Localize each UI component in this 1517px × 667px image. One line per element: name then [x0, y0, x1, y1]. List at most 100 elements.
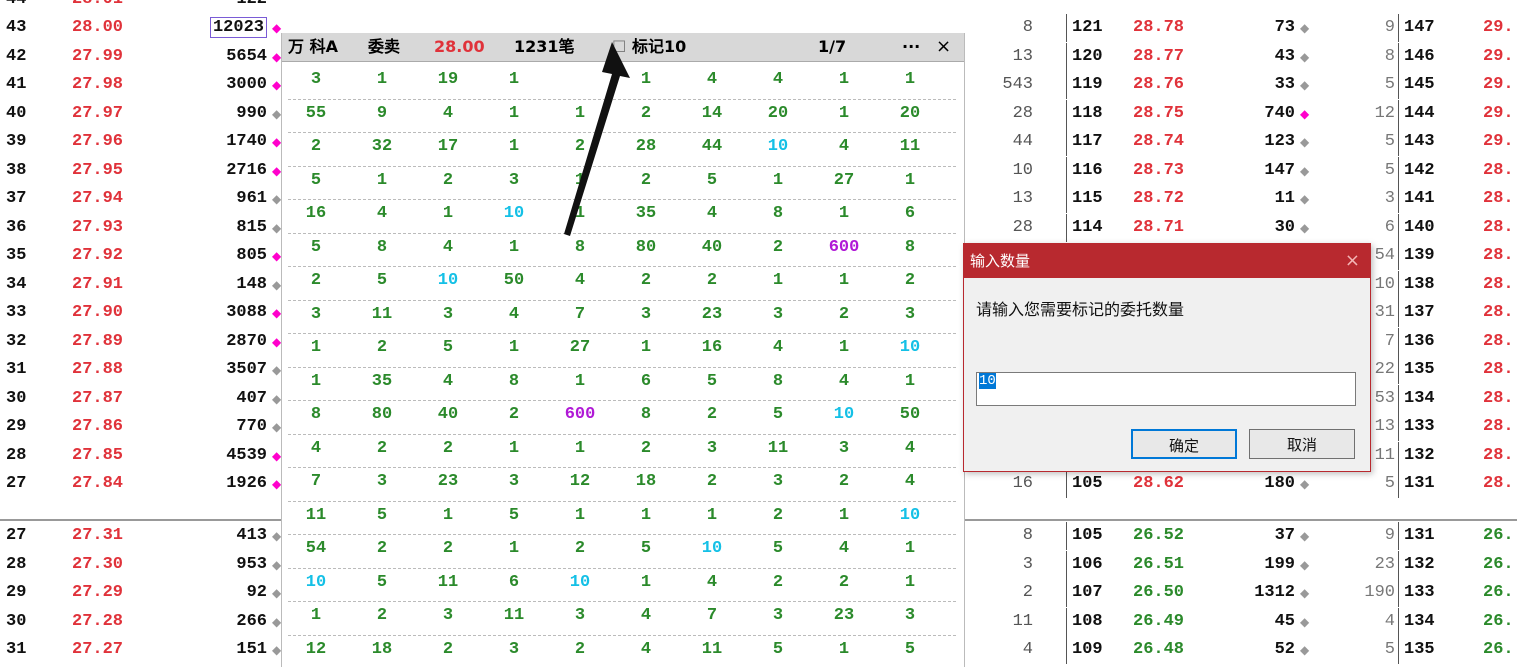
right-count: 28	[1012, 217, 1033, 237]
price: 27.99	[72, 46, 124, 66]
volume-value: 805	[236, 246, 267, 265]
far-level: 132	[1404, 445, 1435, 465]
level-number: 29	[6, 583, 27, 602]
right-level: 105	[1072, 526, 1103, 545]
right-count: 13	[1012, 46, 1033, 66]
far-price: 28.	[1483, 160, 1514, 180]
column-separator	[1066, 522, 1067, 550]
queue-order-cell: 1	[508, 70, 520, 89]
right-price: 26.52	[1133, 526, 1185, 545]
dot-icon: ◆	[1300, 643, 1310, 657]
grid-separator	[288, 634, 956, 636]
queue-order-cell: 11	[305, 505, 327, 525]
quantity-input[interactable]: 10	[976, 372, 1356, 406]
queue-order-cell: 3	[772, 304, 784, 324]
level-number: 32	[6, 331, 27, 351]
far-count: 5	[1384, 640, 1395, 659]
ok-button[interactable]: 确定	[1131, 429, 1237, 459]
volume-value: 5654	[226, 46, 267, 66]
column-separator	[1398, 607, 1399, 636]
far-level: 147	[1404, 18, 1435, 37]
queue-order-cell: 2	[772, 237, 784, 257]
volume-value: 413	[236, 526, 267, 545]
column-separator	[1398, 384, 1399, 413]
right-volume: 740	[1264, 103, 1295, 123]
far-level: 131	[1404, 474, 1435, 493]
dot-icon: ◆	[272, 106, 282, 121]
column-separator	[1398, 156, 1399, 185]
far-count: 10	[1374, 274, 1395, 294]
far-level: 142	[1404, 160, 1435, 180]
queue-order-cell: 2	[706, 271, 718, 290]
dot-icon: ◆	[272, 163, 282, 178]
column-separator	[1066, 185, 1067, 213]
queue-order-cell: 10	[899, 338, 921, 357]
dot-icon: ◆	[272, 614, 282, 629]
far-price: 28.	[1483, 274, 1514, 294]
level-number: 31	[6, 360, 27, 379]
far-level: 143	[1404, 132, 1435, 151]
far-count: 22	[1374, 360, 1395, 379]
right-price: 28.78	[1133, 18, 1185, 37]
dialog-close-icon[interactable]: ×	[1345, 244, 1360, 278]
volume: 3000	[226, 74, 267, 96]
grid-separator	[288, 500, 956, 502]
far-count: 9	[1384, 526, 1395, 545]
volume-value: 770	[236, 417, 267, 436]
column-separator	[1066, 14, 1067, 42]
mark-label[interactable]: 标记10	[632, 37, 686, 57]
queue-order-cell: 23	[701, 304, 723, 324]
queue-order-cell: 5	[772, 539, 784, 558]
queue-order-cell: 3	[904, 304, 916, 324]
queue-order-cell: 10	[569, 572, 591, 592]
queue-order-cell: 54	[305, 539, 327, 558]
right-count: 8	[1022, 18, 1033, 37]
price: 27.88	[72, 360, 124, 379]
price: 27.84	[72, 474, 124, 493]
panel-close-icon[interactable]: ×	[936, 37, 951, 57]
queue-order-cell: 40	[701, 237, 723, 257]
queue-order-cell: 2	[706, 405, 718, 424]
queue-order-cell: 4	[904, 438, 916, 458]
far-price: 26.	[1483, 583, 1514, 602]
right-price: 26.48	[1133, 640, 1185, 659]
dot-icon: ◆	[272, 557, 282, 572]
quantity-input-value: 10	[979, 373, 996, 389]
queue-order-cell: 3	[508, 170, 520, 190]
queue-order-cell: 3	[706, 438, 718, 458]
queue-order-cell: 10	[437, 271, 459, 290]
grid-separator	[288, 266, 956, 267]
dot-icon: ◆	[272, 49, 282, 64]
far-count: 5	[1384, 474, 1395, 493]
column-separator	[1398, 270, 1399, 299]
volume-value: 1740	[226, 132, 267, 151]
volume-value: 92	[246, 583, 267, 602]
grid-separator	[288, 534, 956, 535]
column-separator	[1398, 356, 1399, 384]
volume: 1740	[226, 131, 267, 153]
queue-order-cell: 2	[442, 170, 454, 190]
queue-order-cell: 50	[503, 271, 525, 290]
queue-order-cell: 3	[310, 304, 322, 324]
queue-order-cell: 1	[508, 137, 520, 156]
level-number: 43	[6, 18, 27, 37]
volume: 151	[236, 639, 267, 661]
queue-order-cell: 19	[437, 70, 459, 89]
price: 28.00	[72, 18, 124, 37]
right-price: 28.74	[1133, 132, 1185, 151]
queue-order-cell: 3	[508, 472, 520, 491]
far-count: 11	[1374, 445, 1395, 465]
far-level: 144	[1404, 103, 1435, 123]
price: 27.90	[72, 303, 124, 322]
right-volume: 123	[1264, 132, 1295, 151]
level-number: 27	[6, 526, 27, 545]
queue-order-cell: 8	[772, 371, 784, 391]
queue-order-cell: 1	[574, 371, 586, 391]
far-price: 28.	[1483, 246, 1514, 265]
far-price: 29.	[1483, 103, 1514, 123]
volume: 148	[236, 274, 267, 296]
dot-icon: ◆	[1300, 614, 1310, 629]
cancel-button[interactable]: 取消	[1249, 429, 1355, 459]
more-icon[interactable]: ···	[902, 37, 920, 57]
volume-value: 3000	[226, 75, 267, 94]
